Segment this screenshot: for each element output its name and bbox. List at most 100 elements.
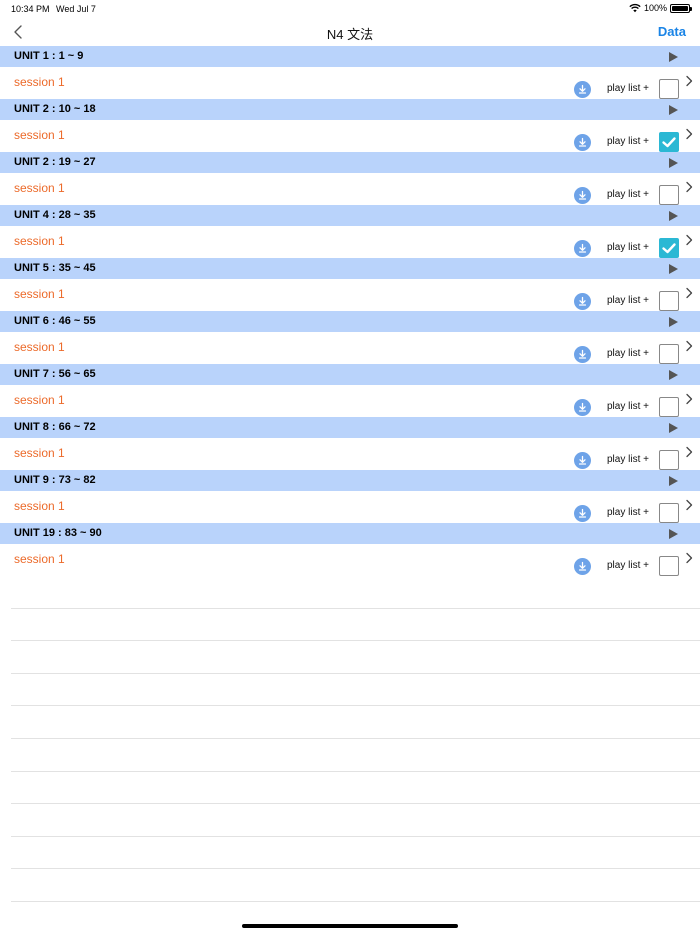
play-triangle-icon[interactable] (669, 423, 678, 433)
chevron-right-icon[interactable] (684, 128, 694, 140)
session-row[interactable]: session 1 play list + (0, 279, 700, 311)
session-row[interactable]: session 1 play list + (0, 544, 700, 576)
chevron-right-icon[interactable] (684, 340, 694, 352)
download-icon[interactable] (574, 293, 591, 310)
checkbox-icon[interactable] (659, 238, 679, 258)
unit-title: UNIT 4 : 28 ~ 35 (14, 209, 96, 221)
download-icon[interactable] (574, 452, 591, 469)
play-triangle-icon[interactable] (669, 264, 678, 274)
unit-title: UNIT 8 : 66 ~ 72 (14, 421, 96, 433)
session-row[interactable]: session 1 play list + (0, 120, 700, 152)
play-triangle-icon[interactable] (669, 529, 678, 539)
chevron-right-icon[interactable] (684, 181, 694, 193)
session-row[interactable]: session 1 play list + (0, 226, 700, 258)
add-to-playlist-button[interactable]: play list + (607, 242, 649, 253)
checkbox-icon[interactable] (659, 185, 679, 205)
unit-header[interactable]: UNIT 2 : 19 ~ 27 (0, 152, 700, 173)
download-icon[interactable] (574, 399, 591, 416)
status-time: 10:34 PM (11, 4, 50, 14)
play-triangle-icon[interactable] (669, 158, 678, 168)
session-label: session 1 (14, 340, 65, 354)
play-triangle-icon[interactable] (669, 370, 678, 380)
unit-header[interactable]: UNIT 6 : 46 ~ 55 (0, 311, 700, 332)
add-to-playlist-button[interactable]: play list + (607, 83, 649, 94)
session-row[interactable]: session 1 play list + (0, 173, 700, 205)
checkbox-icon[interactable] (659, 450, 679, 470)
checkbox-icon[interactable] (659, 79, 679, 99)
unit-title: UNIT 19 : 83 ~ 90 (14, 527, 102, 539)
home-indicator (242, 924, 458, 928)
add-to-playlist-button[interactable]: play list + (607, 295, 649, 306)
chevron-right-icon[interactable] (684, 234, 694, 246)
session-label: session 1 (14, 75, 65, 89)
download-icon[interactable] (574, 81, 591, 98)
status-bar: 10:34 PM Wed Jul 7 100% (0, 0, 700, 18)
session-label: session 1 (14, 552, 65, 566)
chevron-right-icon[interactable] (684, 552, 694, 564)
download-icon[interactable] (574, 134, 591, 151)
download-icon[interactable] (574, 558, 591, 575)
chevron-right-icon[interactable] (684, 393, 694, 405)
unit-title: UNIT 9 : 73 ~ 82 (14, 474, 96, 486)
play-triangle-icon[interactable] (669, 317, 678, 327)
checkbox-icon[interactable] (659, 344, 679, 364)
empty-row-separator (11, 869, 700, 902)
play-triangle-icon[interactable] (669, 476, 678, 486)
session-row[interactable]: session 1 play list + (0, 491, 700, 523)
download-icon[interactable] (574, 240, 591, 257)
data-button[interactable]: Data (658, 24, 686, 39)
empty-row-separator (11, 576, 700, 609)
session-label: session 1 (14, 393, 65, 407)
add-to-playlist-button[interactable]: play list + (607, 348, 649, 359)
add-to-playlist-button[interactable]: play list + (607, 189, 649, 200)
unit-header[interactable]: UNIT 9 : 73 ~ 82 (0, 470, 700, 491)
add-to-playlist-button[interactable]: play list + (607, 560, 649, 571)
add-to-playlist-button[interactable]: play list + (607, 136, 649, 147)
unit-header[interactable]: UNIT 7 : 56 ~ 65 (0, 364, 700, 385)
chevron-right-icon[interactable] (684, 287, 694, 299)
checkbox-icon[interactable] (659, 132, 679, 152)
unit-title: UNIT 6 : 46 ~ 55 (14, 315, 96, 327)
session-label: session 1 (14, 287, 65, 301)
empty-row-separator (11, 706, 700, 739)
session-label: session 1 (14, 446, 65, 460)
add-to-playlist-button[interactable]: play list + (607, 401, 649, 412)
play-triangle-icon[interactable] (669, 211, 678, 221)
checkbox-icon[interactable] (659, 503, 679, 523)
play-triangle-icon[interactable] (669, 52, 678, 62)
chevron-right-icon[interactable] (684, 499, 694, 511)
unit-title: UNIT 7 : 56 ~ 65 (14, 368, 96, 380)
add-to-playlist-button[interactable]: play list + (607, 454, 649, 465)
download-icon[interactable] (574, 346, 591, 363)
status-right: 100% (629, 3, 692, 13)
session-label: session 1 (14, 499, 65, 513)
play-triangle-icon[interactable] (669, 105, 678, 115)
session-row[interactable]: session 1 play list + (0, 67, 700, 99)
wifi-icon (629, 3, 641, 13)
empty-table-area (0, 576, 700, 902)
checkbox-icon[interactable] (659, 397, 679, 417)
chevron-right-icon[interactable] (684, 446, 694, 458)
page-title: N4 文法 (326, 27, 374, 42)
unit-header[interactable]: UNIT 19 : 83 ~ 90 (0, 523, 700, 544)
download-icon[interactable] (574, 187, 591, 204)
empty-row-separator (11, 609, 700, 642)
add-to-playlist-button[interactable]: play list + (607, 507, 649, 518)
chevron-right-icon[interactable] (684, 75, 694, 87)
unit-header[interactable]: UNIT 8 : 66 ~ 72 (0, 417, 700, 438)
unit-header[interactable]: UNIT 1 : 1 ~ 9 (0, 46, 700, 67)
unit-header[interactable]: UNIT 5 : 35 ~ 45 (0, 258, 700, 279)
download-icon[interactable] (574, 505, 591, 522)
navigation-bar: N4 文法 Data (0, 18, 700, 46)
empty-row-separator (11, 641, 700, 674)
checkbox-icon[interactable] (659, 291, 679, 311)
session-row[interactable]: session 1 play list + (0, 385, 700, 417)
session-row[interactable]: session 1 play list + (0, 332, 700, 364)
unit-header[interactable]: UNIT 4 : 28 ~ 35 (0, 205, 700, 226)
session-row[interactable]: session 1 play list + (0, 438, 700, 470)
session-label: session 1 (14, 181, 65, 195)
unit-list: UNIT 1 : 1 ~ 9 session 1 play list + UNIT 2… (0, 46, 700, 576)
unit-header[interactable]: UNIT 2 : 10 ~ 18 (0, 99, 700, 120)
unit-title: UNIT 1 : 1 ~ 9 (14, 50, 84, 62)
checkbox-icon[interactable] (659, 556, 679, 576)
